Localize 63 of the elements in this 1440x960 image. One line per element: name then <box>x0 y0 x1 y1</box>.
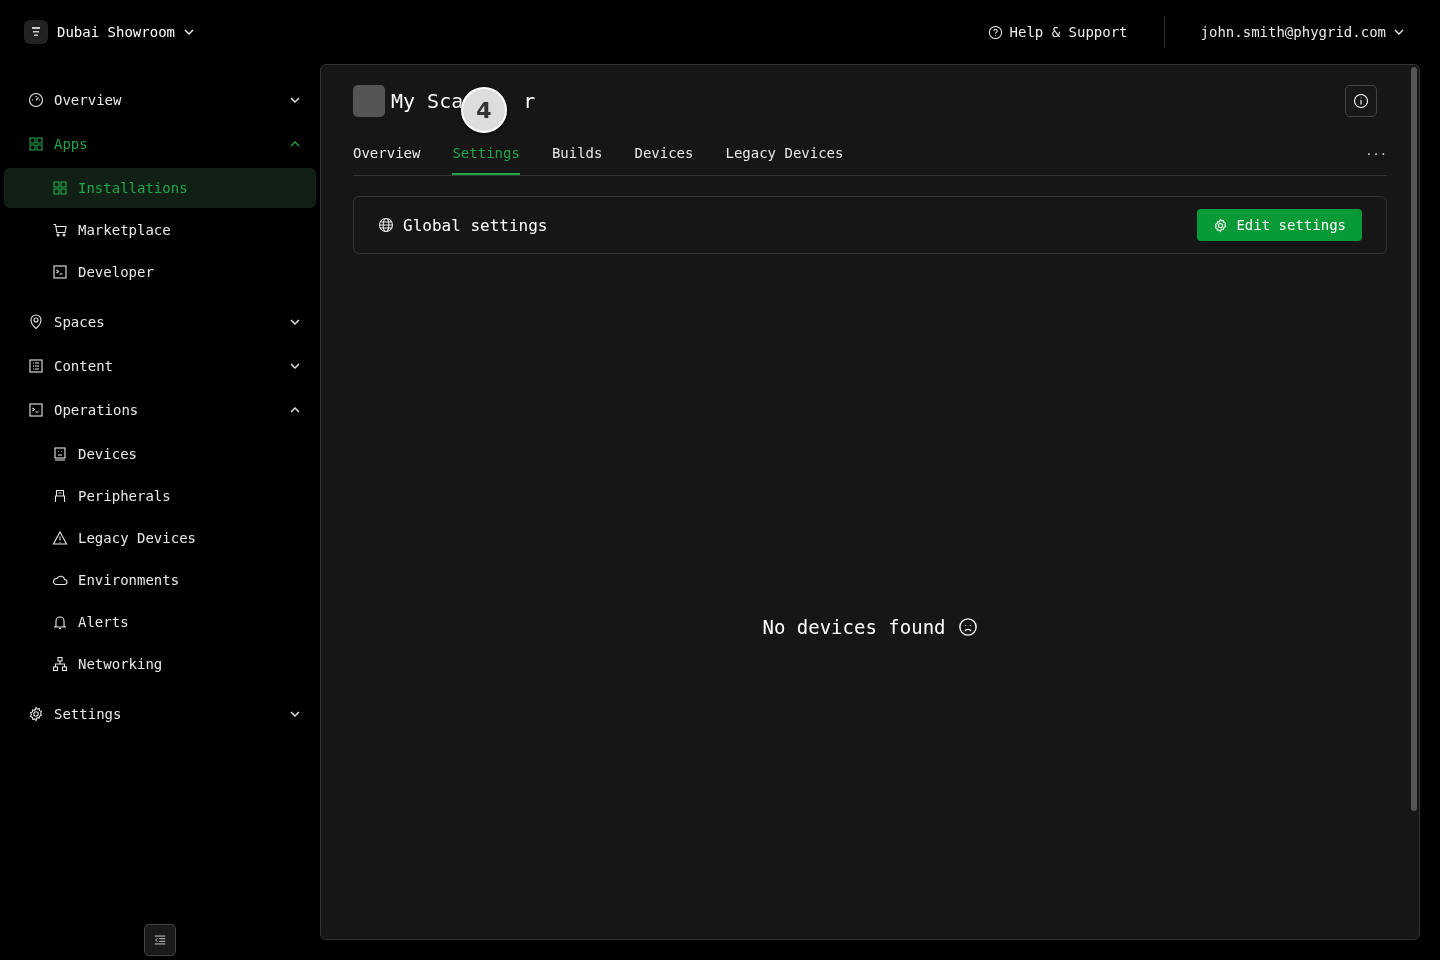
location-pin-icon <box>28 314 44 330</box>
globe-icon <box>378 217 394 233</box>
nav-subitem[interactable]: Marketplace <box>4 210 316 250</box>
bell-icon <box>52 614 68 630</box>
terminal-icon <box>52 264 68 280</box>
nav-item[interactable]: Apps <box>0 122 320 166</box>
nav-item[interactable]: Operations <box>0 388 320 432</box>
collapse-sidebar-button[interactable] <box>144 924 176 956</box>
chevron-up-icon <box>290 141 300 147</box>
nav-subitem[interactable]: Installations <box>4 168 316 208</box>
network-icon <box>52 656 68 672</box>
app-thumbnail <box>353 85 385 117</box>
chevron-down-icon <box>290 363 300 369</box>
peripheral-icon <box>52 488 68 504</box>
gauge-icon <box>28 92 44 108</box>
chevron-down-icon <box>290 97 300 103</box>
info-icon <box>1353 93 1369 109</box>
grid-icon <box>28 136 44 152</box>
edit-settings-button[interactable]: Edit settings <box>1197 209 1362 241</box>
tab[interactable]: Settings <box>452 145 520 175</box>
chevron-down-icon <box>184 29 194 35</box>
chevron-up-icon <box>290 407 300 413</box>
chevron-down-icon <box>290 319 300 325</box>
nav-subitem[interactable]: Devices <box>4 434 316 474</box>
info-button[interactable] <box>1345 85 1377 117</box>
grid-icon <box>52 180 68 196</box>
sad-face-icon <box>957 617 978 637</box>
nav-item[interactable]: Settings <box>0 692 320 736</box>
tab[interactable]: Devices <box>634 145 694 175</box>
warning-icon <box>52 530 68 546</box>
empty-message: No devices found <box>762 616 946 638</box>
nav-subitem[interactable]: Legacy Devices <box>4 518 316 558</box>
workspace-logo-icon <box>24 20 48 44</box>
more-menu[interactable]: ··· <box>1365 147 1387 175</box>
user-menu[interactable]: john.smith@phygrid.com <box>1200 24 1404 40</box>
card-title: Global settings <box>403 215 549 235</box>
step-badge: 4 <box>461 87 507 133</box>
nav-subitem[interactable]: Peripherals <box>4 476 316 516</box>
app-title: r <box>523 89 536 113</box>
tab[interactable]: Builds <box>551 145 603 175</box>
terminal-icon <box>28 402 44 418</box>
nav-item[interactable]: Overview <box>0 78 320 122</box>
settings-icon <box>1213 217 1229 233</box>
help-icon <box>987 24 1003 40</box>
list-icon <box>28 358 44 374</box>
tab[interactable]: Legacy Devices <box>725 145 844 175</box>
scrollbar[interactable] <box>1411 67 1417 811</box>
help-support-link[interactable]: Help & Support <box>987 24 1128 40</box>
nav-item[interactable]: Spaces <box>0 300 320 344</box>
nav-item[interactable]: Content <box>0 344 320 388</box>
chevron-down-icon <box>290 711 300 717</box>
cart-icon <box>52 222 68 238</box>
nav-subitem[interactable]: Alerts <box>4 602 316 642</box>
tab[interactable]: Overview <box>353 145 421 175</box>
settings-icon <box>28 706 44 722</box>
nav-subitem[interactable]: Environments <box>4 560 316 600</box>
nav-subitem[interactable]: Developer <box>4 252 316 292</box>
workspace-selector[interactable]: Dubai Showroom <box>24 20 194 44</box>
chevron-down-icon <box>1394 29 1404 35</box>
nav-subitem[interactable]: Networking <box>4 644 316 684</box>
indent-icon <box>153 933 167 947</box>
device-icon <box>52 446 68 462</box>
app-title: My Sca <box>391 89 464 113</box>
